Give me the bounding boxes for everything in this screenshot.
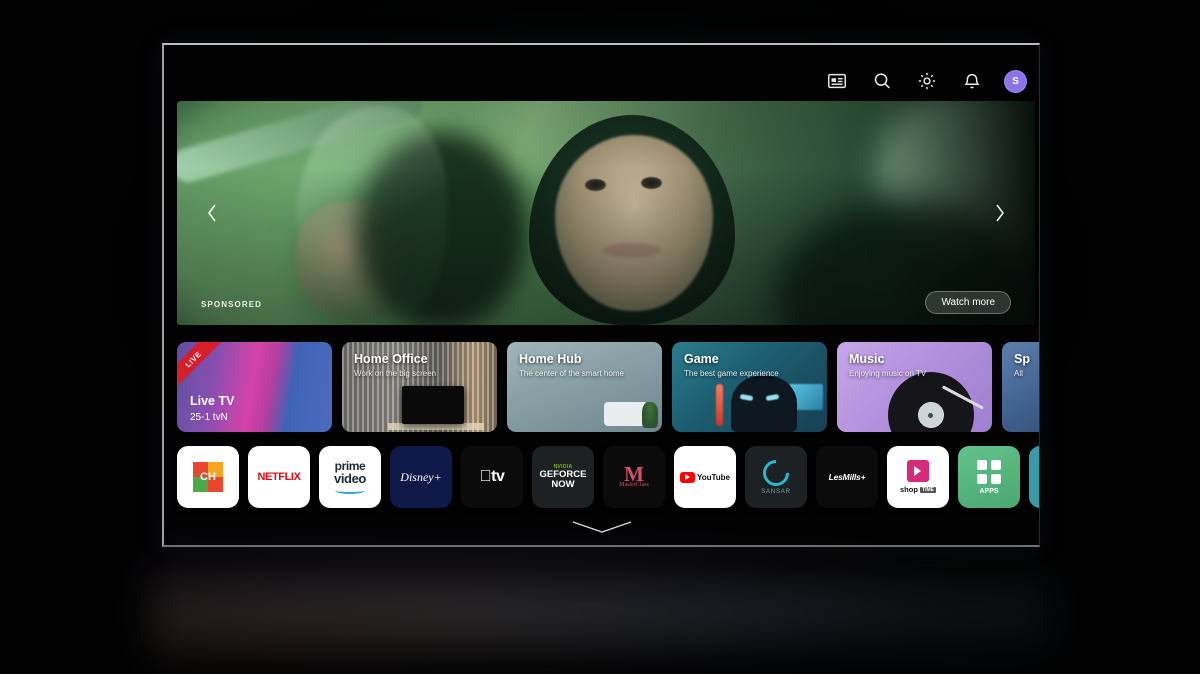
- card-subtitle: Enjoying music on TV: [849, 369, 927, 378]
- hero-banner[interactable]: SPONSORED Watch more: [177, 101, 1035, 325]
- app-apple-tv[interactable]: tv: [461, 446, 523, 508]
- app-screen-share[interactable]: [1029, 446, 1039, 508]
- app-sansar[interactable]: SANSAR: [745, 446, 807, 508]
- card-subtitle: Work on the big screen: [354, 369, 437, 378]
- card-sports[interactable]: Sp All: [1002, 342, 1039, 432]
- card-title: Music: [849, 352, 885, 366]
- app-icons-row: CH NETFLIX prime video Disney+ tv NVIDIA…: [177, 446, 1039, 508]
- avatar[interactable]: S: [1004, 69, 1027, 93]
- prime-video-icon: prime video: [334, 460, 366, 494]
- app-label: M: [624, 461, 644, 486]
- card-live-tv[interactable]: LIVE Live TV 25-1 tvN: [177, 342, 332, 432]
- masterclass-icon: M MasterClass: [619, 461, 649, 489]
- card-home-hub[interactable]: Home Hub The center of the smart home: [507, 342, 662, 432]
- card-subtitle: 25-1 tvN: [190, 412, 228, 423]
- bell-icon: [964, 73, 980, 89]
- app-label: shop: [900, 485, 918, 494]
- settings-button[interactable]: [914, 68, 940, 94]
- vinyl-record-graphic: [888, 372, 974, 432]
- chevron-left-icon: [208, 204, 216, 222]
- app-prime-video[interactable]: prime video: [319, 446, 381, 508]
- app-label: YouTube: [696, 472, 731, 482]
- chevron-right-icon: [996, 204, 1004, 222]
- card-game[interactable]: Game The best game experience: [672, 342, 827, 432]
- app-channel-plus[interactable]: CH: [177, 446, 239, 508]
- app-lesmills[interactable]: LesMills+: [816, 446, 878, 508]
- app-label-2: video: [334, 471, 366, 487]
- app-label: NETFLIX: [257, 471, 301, 483]
- app-apps[interactable]: APPS: [958, 446, 1020, 508]
- app-label: LesMills+: [828, 472, 866, 482]
- plant-graphic: [642, 402, 658, 428]
- screenshot-root: S SPONSORED Watch more LIVE Live TV 25-1…: [0, 0, 1200, 674]
- app-disney-plus[interactable]: Disney+: [390, 446, 452, 508]
- hero-next-button[interactable]: [985, 198, 1015, 228]
- notifications-button[interactable]: [959, 68, 985, 94]
- chevron-down-icon: [572, 521, 631, 533]
- channel-plus-icon: CH: [193, 462, 223, 492]
- app-badge: TIME: [920, 487, 936, 494]
- card-music[interactable]: Music Enjoying music on TV: [837, 342, 992, 432]
- watch-more-button[interactable]: Watch more: [925, 291, 1011, 314]
- tv-screen: S SPONSORED Watch more LIVE Live TV 25-1…: [164, 45, 1039, 545]
- card-title: Live TV: [190, 394, 235, 408]
- geforce-now-icon: NVIDIA GEFORCE NOW: [540, 464, 587, 490]
- sponsored-label: SPONSORED: [201, 300, 263, 309]
- content-cards-row: LIVE Live TV 25-1 tvN Home Office Work o…: [177, 342, 1039, 432]
- card-title: Home Hub: [519, 352, 582, 366]
- expand-down-button[interactable]: [571, 519, 633, 535]
- live-badge: LIVE: [177, 342, 225, 391]
- top-bar: S: [824, 63, 1027, 99]
- app-netflix[interactable]: NETFLIX: [248, 446, 310, 508]
- app-label: Disney+: [400, 469, 442, 484]
- guide-icon: [828, 73, 846, 89]
- app-label: CH: [200, 471, 216, 483]
- guide-button[interactable]: [824, 68, 850, 94]
- app-youtube[interactable]: YouTube: [674, 446, 736, 508]
- card-home-office[interactable]: Home Office Work on the big screen: [342, 342, 497, 432]
- card-title: Sp: [1014, 352, 1030, 366]
- app-masterclass[interactable]: M MasterClass: [603, 446, 665, 508]
- card-title: Game: [684, 352, 719, 366]
- app-label: APPS: [979, 487, 999, 495]
- card-subtitle: The best game experience: [684, 369, 779, 378]
- search-icon: [874, 73, 890, 89]
- apps-grid-icon: APPS: [977, 459, 1001, 495]
- tv-reflection: [150, 552, 1050, 670]
- app-shop[interactable]: shop TIME: [887, 446, 949, 508]
- app-label: SANSAR: [761, 488, 791, 495]
- card-subtitle: The center of the smart home: [519, 369, 624, 378]
- app-label: tv: [480, 468, 505, 485]
- card-subtitle: All: [1014, 369, 1023, 378]
- youtube-icon: YouTube: [679, 471, 731, 483]
- card-title: Home Office: [354, 352, 428, 366]
- hero-prev-button[interactable]: [197, 198, 227, 228]
- office-tv-graphic: [402, 386, 464, 424]
- tv-panel: S SPONSORED Watch more LIVE Live TV 25-1…: [162, 43, 1040, 547]
- shop-icon: shop TIME: [900, 460, 936, 494]
- sansar-icon: SANSAR: [757, 454, 795, 495]
- gear-icon: [918, 72, 936, 90]
- app-geforce-now[interactable]: NVIDIA GEFORCE NOW: [532, 446, 594, 508]
- gaming-chair-graphic: [731, 376, 797, 432]
- app-label-2: NOW: [551, 479, 575, 490]
- app-sublabel: MasterClass: [619, 482, 649, 489]
- search-button[interactable]: [869, 68, 895, 94]
